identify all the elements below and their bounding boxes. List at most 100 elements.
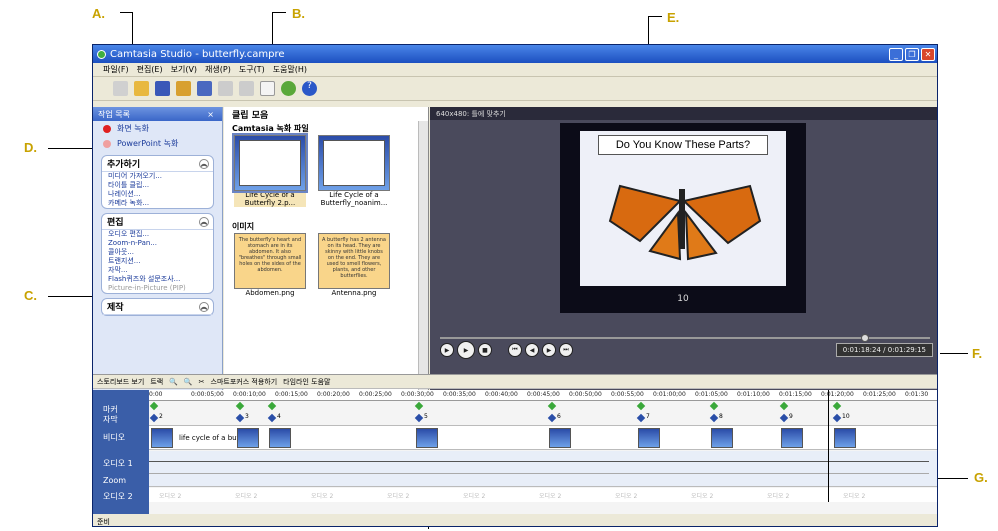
ruler-tick: 0:01:25;00	[863, 391, 896, 398]
play-segment-icon[interactable]: ▶	[440, 343, 454, 357]
menu-play[interactable]: 재생(P)	[205, 64, 231, 75]
help-icon[interactable]: ?	[302, 81, 317, 96]
task-item[interactable]: Zoom-n-Pan...	[102, 239, 213, 248]
caption-point[interactable]	[779, 413, 789, 423]
image-thumb[interactable]: A butterfly has 2 antenna on its head. T…	[318, 233, 390, 297]
clip-thumb[interactable]: Life Cycle of a Butterfly_noanim...	[318, 135, 390, 207]
task-list-icon[interactable]	[260, 81, 275, 96]
marker-point[interactable]	[709, 401, 719, 411]
caption-point[interactable]	[709, 413, 719, 423]
caption-point[interactable]	[547, 413, 557, 423]
audio-track[interactable]	[149, 451, 937, 487]
caption-point[interactable]	[414, 413, 424, 423]
task-item[interactable]: 타이틀 클립...	[102, 181, 213, 190]
caption-point[interactable]	[636, 413, 646, 423]
clip-bin-scrollbar[interactable]	[418, 121, 428, 413]
section-recordings: Camtasia 녹화 파일	[232, 124, 309, 133]
fast-forward-icon[interactable]: ▶	[542, 343, 556, 357]
video-clip-thumb[interactable]	[269, 428, 291, 448]
marker-point[interactable]	[267, 401, 277, 411]
redo-icon[interactable]	[239, 81, 254, 96]
restore-button[interactable]: ❐	[905, 47, 919, 61]
video-clip-thumb[interactable]	[781, 428, 803, 448]
clip-bin: 클립 모음 Camtasia 녹화 파일 Life Cycle of a But…	[224, 107, 429, 413]
marker-point[interactable]	[832, 401, 842, 411]
rewind-icon[interactable]: ◀	[525, 343, 539, 357]
task-pane-header: 작업 목록 ×	[93, 107, 222, 121]
save-project-icon[interactable]	[197, 81, 212, 96]
close-button[interactable]: ✕	[921, 47, 935, 61]
skip-start-icon[interactable]: ⏮	[508, 343, 522, 357]
cut-icon[interactable]: ✂	[199, 378, 205, 386]
ppt-record-icon	[103, 139, 111, 148]
zoom-in-icon[interactable]: 🔍	[169, 378, 178, 386]
task-item[interactable]: 콜아웃...	[102, 248, 213, 257]
marker-point[interactable]	[547, 401, 557, 411]
task-item[interactable]: 나레이션...	[102, 190, 213, 199]
video-track[interactable]: life cycle of a butt	[149, 425, 937, 450]
audio2-track[interactable]: 오디오 2 오디오 2 오디오 2 오디오 2 오디오 2 오디오 2 오디오 2 오디오 2…	[149, 488, 937, 502]
open-project-icon[interactable]	[176, 81, 191, 96]
video-clip-thumb[interactable]	[416, 428, 438, 448]
chevron-up-icon[interactable]: ︽	[199, 158, 209, 169]
marker-point[interactable]	[235, 401, 245, 411]
caption-point[interactable]	[832, 413, 842, 423]
video-clip-thumb[interactable]	[549, 428, 571, 448]
marker-point[interactable]	[636, 401, 646, 411]
menu-tools[interactable]: 도구(T)	[239, 64, 265, 75]
task-item[interactable]: Flash퀴즈와 설문조사...	[102, 275, 213, 284]
task-item[interactable]: 자막...	[102, 266, 213, 275]
video-clip-thumb[interactable]	[151, 428, 173, 448]
caption-number: 4	[277, 413, 281, 420]
video-clip-label: life cycle of a butt	[179, 434, 243, 442]
record-icon[interactable]	[113, 81, 128, 96]
playhead[interactable]	[828, 390, 830, 502]
task-item[interactable]: 오디오 편집...	[102, 230, 213, 239]
clip-thumb[interactable]: Life Cycle of a Butterfly 2.p...	[232, 133, 308, 207]
record-ppt-link[interactable]: PowerPoint 녹화	[93, 136, 222, 151]
menu-help[interactable]: 도움말(H)	[273, 64, 307, 75]
stop-icon[interactable]: ■	[478, 343, 492, 357]
timeline-help-button[interactable]: 타임라인 도움말	[283, 377, 330, 387]
menu-edit[interactable]: 편집(E)	[137, 64, 163, 75]
marker-point[interactable]	[414, 401, 424, 411]
menu-file[interactable]: 파일(F)	[103, 64, 129, 75]
preview-size-label[interactable]: 640x480: 틀에 맞추기	[430, 107, 937, 120]
undo-icon[interactable]	[218, 81, 233, 96]
open-folder-icon[interactable]	[134, 81, 149, 96]
video-clip-thumb[interactable]	[638, 428, 660, 448]
tracks-button[interactable]: 트랙	[150, 377, 163, 387]
storyboard-button[interactable]: 스토리보드 보기	[97, 377, 144, 387]
task-item[interactable]: 미디어 가져오기...	[102, 172, 213, 181]
video-clip-thumb[interactable]	[711, 428, 733, 448]
menu-view[interactable]: 보기(V)	[171, 64, 197, 75]
caption-point[interactable]	[149, 413, 159, 423]
marker-point[interactable]	[779, 401, 789, 411]
task-item[interactable]: 카메라 녹화...	[102, 199, 213, 208]
video-clip-thumb[interactable]	[834, 428, 856, 448]
task-item[interactable]: Picture-in-Picture (PIP)	[102, 284, 213, 293]
skip-end-icon[interactable]: ⏭	[559, 343, 573, 357]
time-ruler[interactable]: 0:00 0:00:05;00 0:00:10;00 0:00:15;00 0:00:2…	[149, 390, 937, 401]
image-thumb[interactable]: The butterfly's heart and stomach are in…	[234, 233, 306, 297]
smart-focus-button[interactable]: 스마트포커스 적용하기	[211, 377, 278, 387]
ruler-tick: 0:00:35;00	[443, 391, 476, 398]
save-icon[interactable]	[155, 81, 170, 96]
image-label: Antenna.png	[331, 289, 377, 297]
play-icon[interactable]: ▶	[457, 341, 475, 359]
marker-point[interactable]	[149, 401, 159, 411]
record-dot-icon	[103, 124, 111, 133]
chevron-up-icon[interactable]: ︽	[199, 216, 209, 227]
caption-point[interactable]	[235, 413, 245, 423]
task-item[interactable]: 트랜지션...	[102, 257, 213, 266]
record-screen-link[interactable]: 화면 녹화	[93, 121, 222, 136]
minimize-button[interactable]: _	[889, 47, 903, 61]
chevron-up-icon[interactable]: ︽	[199, 301, 209, 312]
video-clip-thumb[interactable]	[237, 428, 259, 448]
caption-point[interactable]	[267, 413, 277, 423]
ruler-tick: 0:00:50;00	[569, 391, 602, 398]
group-add: 추가하기 ︽ 미디어 가져오기... 타이틀 클립... 나레이션... 카메라 …	[101, 155, 214, 209]
zoom-out-icon[interactable]: 🔍	[184, 378, 193, 386]
produce-icon[interactable]	[281, 81, 296, 96]
task-pane-close-icon[interactable]: ×	[207, 110, 214, 119]
